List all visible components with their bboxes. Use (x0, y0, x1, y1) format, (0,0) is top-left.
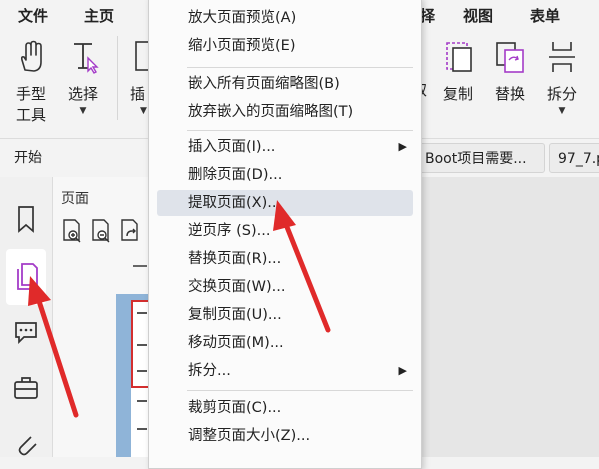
tab-doc-1[interactable]: Boot项目需要... (416, 143, 545, 173)
tab-start-label: 开始 (14, 150, 42, 166)
menu-item-embed-thumbnails[interactable]: 嵌入所有页面缩略图(B) (157, 71, 413, 97)
left-navigation-rail (0, 177, 53, 457)
tab-doc-1-label: Boot项目需要... (425, 151, 527, 167)
partial-tool-button[interactable]: 取 (420, 40, 434, 101)
menu-item-swap-pages[interactable]: 交换页面(W)... (157, 274, 413, 300)
submenu-arrow-icon: ▶ (398, 364, 407, 377)
select-dropdown-icon[interactable]: ▼ (60, 105, 106, 117)
menu-item-label: 替换页面(R)... (188, 251, 282, 267)
submenu-arrow-icon: ▶ (398, 140, 407, 153)
attachment-icon[interactable] (11, 429, 41, 459)
tab-doc-2[interactable]: 97_7.p (549, 143, 599, 173)
hand-tool-button[interactable]: 手型 工具 (8, 40, 54, 126)
menu-item-replace-pages[interactable]: 替换页面(R)... (157, 246, 413, 272)
bookmark-icon[interactable] (11, 204, 41, 234)
copy-page-icon (446, 42, 472, 72)
menu-item-resize-pages[interactable]: 调整页面大小(Z)... (157, 423, 413, 449)
hand-icon (20, 40, 42, 72)
menu-item-zoom-in-preview[interactable]: 放大页面预览(A) (157, 5, 413, 31)
split-dropdown-icon[interactable]: ▼ (539, 105, 585, 117)
pages-panel-title: 页面 (61, 191, 89, 207)
zoom-out-page-icon[interactable] (90, 218, 112, 244)
select-tool-label: 选择 (67, 85, 98, 103)
replace-page-icon (496, 42, 524, 73)
menu-form[interactable]: 表单 (530, 5, 560, 26)
replace-page-label: 替换 (494, 85, 525, 103)
hand-tool-label-2: 工具 (15, 106, 46, 124)
split-button[interactable]: 拆分 ▼ (539, 40, 585, 117)
toolbox-icon[interactable] (11, 373, 41, 403)
menu-item-crop-pages[interactable]: 裁剪页面(C)... (157, 395, 413, 421)
menu-item-label: 放大页面预览(A) (188, 10, 297, 26)
menu-item-label: 移动页面(M)... (188, 335, 284, 351)
menu-item-copy-pages[interactable]: 复制页面(U)... (157, 302, 413, 328)
menu-item-label: 嵌入所有页面缩略图(B) (188, 76, 340, 92)
menu-item-label: 逆页序 (S)... (188, 223, 271, 239)
zoom-in-page-icon[interactable] (61, 218, 83, 244)
text-select-icon (74, 43, 99, 74)
panel-divider (133, 265, 147, 267)
menu-item-label: 提取页面(X)... (188, 195, 282, 211)
copy-page-button[interactable]: 复制 (435, 40, 481, 105)
split-label: 拆分 (546, 85, 577, 103)
menu-item-label: 插入页面(I)... (188, 139, 276, 155)
replace-page-button[interactable]: 替换 (487, 40, 533, 105)
menu-item-discard-thumbnails[interactable]: 放弃嵌入的页面缩略图(T) (157, 99, 413, 125)
menu-item-label: 拆分... (188, 363, 231, 379)
menu-file[interactable]: 文件 (18, 5, 48, 26)
menu-item-delete-pages[interactable]: 删除页面(D)... (157, 162, 413, 188)
menu-separator (187, 67, 413, 68)
menu-item-insert-pages[interactable]: 插入页面(I)... ▶ (157, 134, 413, 160)
comment-icon[interactable] (11, 317, 41, 347)
menu-separator (187, 390, 413, 391)
split-icon (549, 42, 575, 72)
menu-item-reverse-pages[interactable]: 逆页序 (S)... (157, 218, 413, 244)
select-tool-button[interactable]: 选择 ▼ (60, 40, 106, 117)
menu-home[interactable]: 主页 (84, 5, 114, 26)
menu-item-split[interactable]: 拆分... ▶ (157, 358, 413, 384)
menu-item-move-pages[interactable]: 移动页面(M)... (157, 330, 413, 356)
rotate-page-icon[interactable] (119, 218, 141, 244)
tab-doc-2-label: 97_7.p (558, 151, 599, 167)
partial-tool-label: 取 (420, 80, 434, 101)
menu-item-label: 调整页面大小(Z)... (188, 428, 311, 444)
page-context-menu: 放大页面预览(A) 缩小页面预览(E) 嵌入所有页面缩略图(B) 放弃嵌入的页面… (148, 0, 422, 469)
menu-view[interactable]: 视图 (463, 5, 493, 26)
menu-item-label: 放弃嵌入的页面缩略图(T) (188, 104, 354, 120)
menu-item-label: 裁剪页面(C)... (188, 400, 282, 416)
hand-tool-label-1: 手型 (15, 85, 46, 103)
copy-page-label: 复制 (442, 85, 473, 103)
pages-icon[interactable] (11, 261, 41, 291)
menu-item-label: 删除页面(D)... (188, 167, 283, 183)
menu-select-partial[interactable]: 择 (420, 5, 435, 26)
menu-item-label: 交换页面(W)... (188, 279, 286, 295)
ribbon-divider (117, 36, 118, 120)
menu-item-label: 复制页面(U)... (188, 307, 282, 323)
menu-item-label: 缩小页面预览(E) (188, 38, 296, 54)
menu-separator (187, 130, 413, 131)
menu-item-extract-pages[interactable]: 提取页面(X)... (157, 190, 413, 216)
menu-item-zoom-out-preview[interactable]: 缩小页面预览(E) (157, 33, 413, 59)
